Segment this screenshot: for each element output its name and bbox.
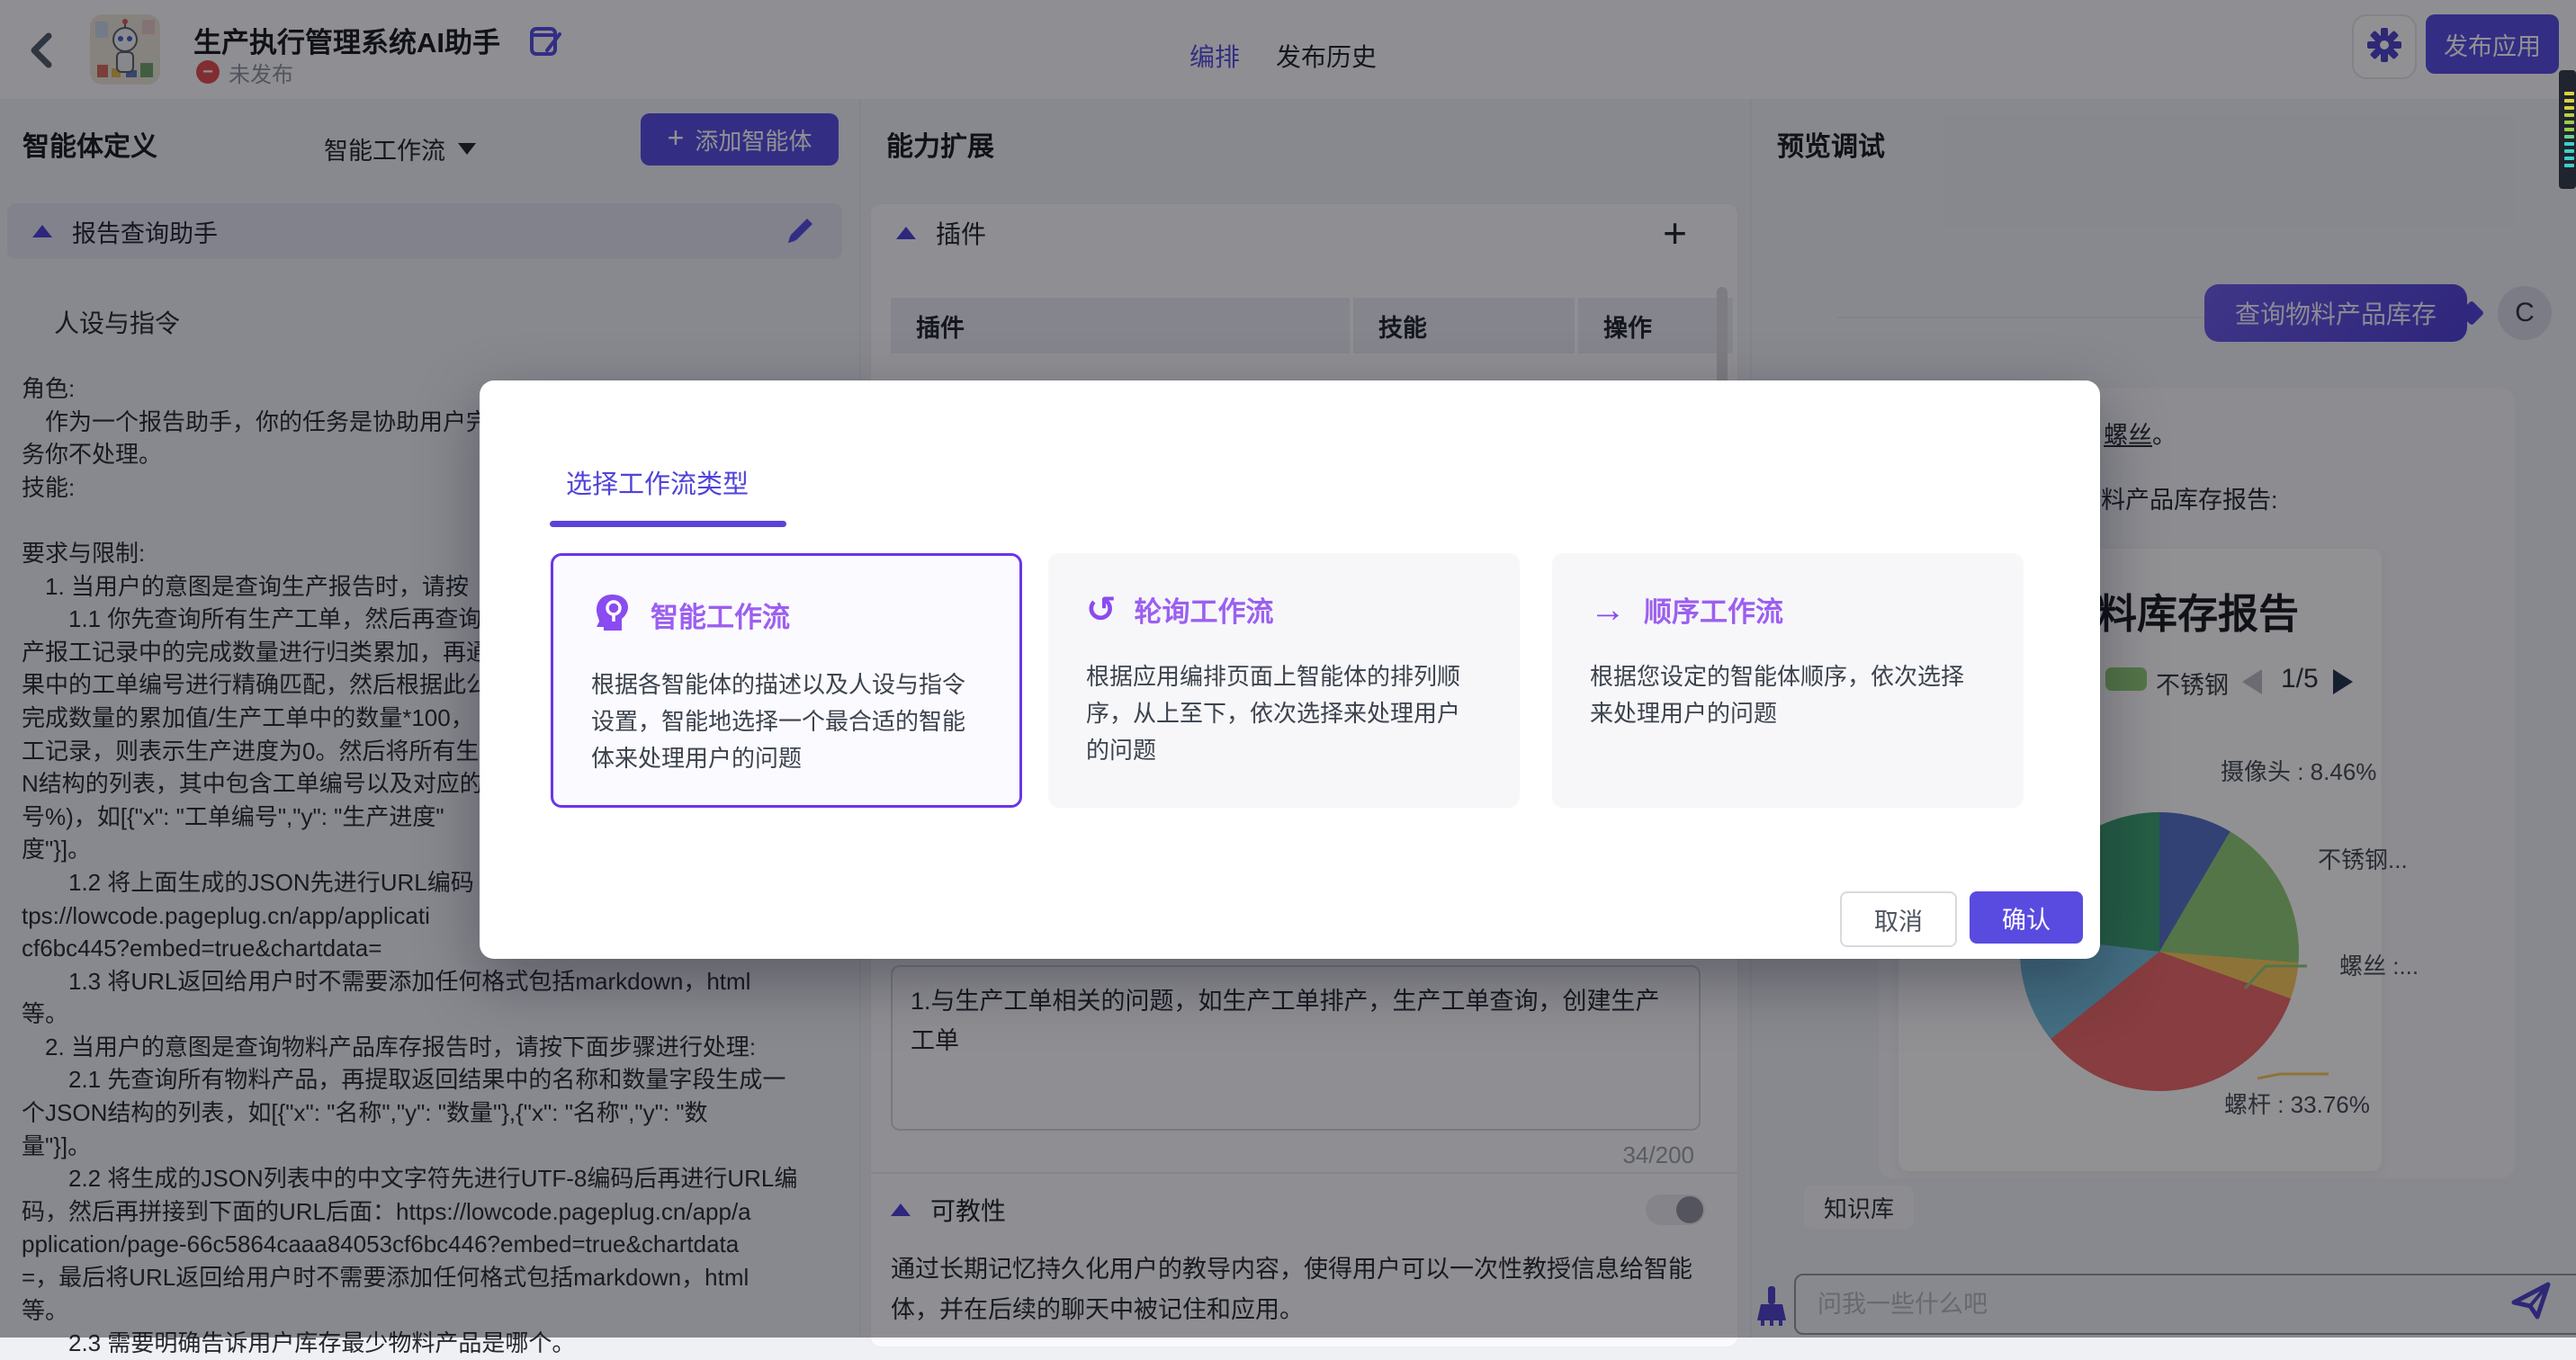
card-description: 根据各智能体的描述以及人设与指令设置，智能地选择一个最合适的智能体来处理用户的问… xyxy=(591,667,982,777)
card-title: 顺序工作流 xyxy=(1644,589,1783,630)
card-description: 根据应用编排页面上智能体的排列顺序，从上至下，依次选择来处理用户的问题 xyxy=(1086,658,1482,769)
card-sequential-workflow[interactable]: → 顺序工作流 根据您设定的智能体顺序，依次选择来处理用户的问题 xyxy=(1552,553,2024,808)
workflow-type-modal: 选择工作流类型 智能工作流 根据各智能体的描述以及人设与指令设置，智能地选择一个… xyxy=(480,380,2100,959)
card-description: 根据您设定的智能体顺序，依次选择来处理用户的问题 xyxy=(1590,658,1986,732)
modal-tab[interactable]: 选择工作流类型 xyxy=(566,463,749,501)
card-title: 轮询工作流 xyxy=(1135,589,1274,630)
page-scrollbar-thumb[interactable] xyxy=(2559,70,2576,189)
confirm-button[interactable]: 确认 xyxy=(1970,891,2083,944)
card-smart-workflow[interactable]: 智能工作流 根据各智能体的描述以及人设与指令设置，智能地选择一个最合适的智能体来… xyxy=(551,553,1022,808)
cancel-button[interactable]: 取消 xyxy=(1840,891,1957,947)
card-polling-workflow[interactable]: ↺ 轮询工作流 根据应用编排页面上智能体的排列顺序，从上至下，依次选择来处理用户… xyxy=(1048,553,1520,808)
card-title: 智能工作流 xyxy=(651,595,790,635)
tab-underline xyxy=(550,521,786,527)
agent-head-icon xyxy=(591,592,633,638)
arrow-right-icon: → xyxy=(1590,592,1626,628)
cycle-icon: ↺ xyxy=(1086,592,1117,628)
